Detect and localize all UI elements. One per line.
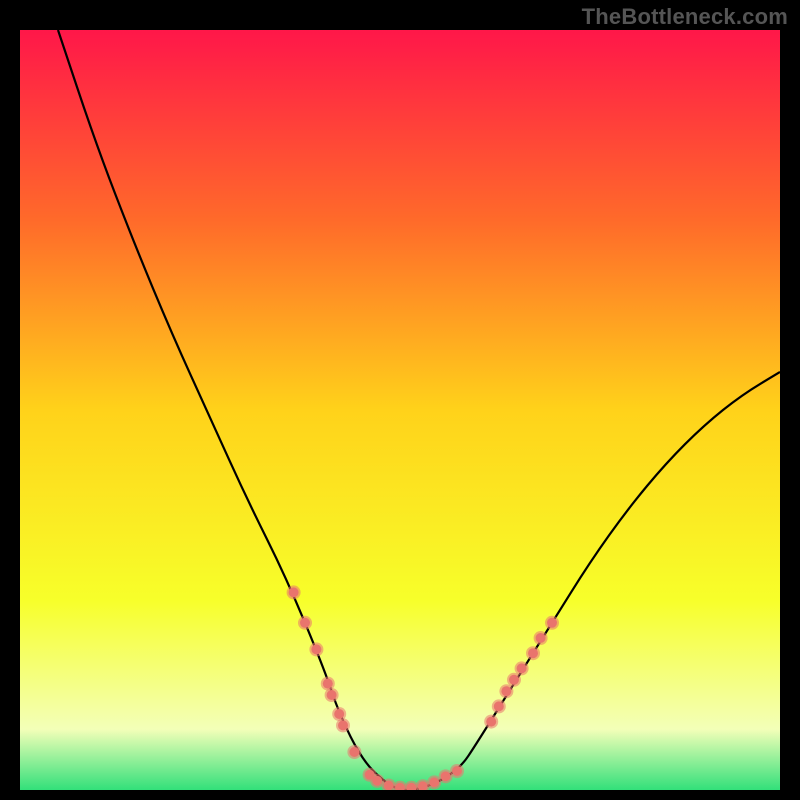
- chart-background: [20, 30, 780, 790]
- marker-dot-core: [300, 618, 310, 628]
- watermark-text: TheBottleneck.com: [582, 4, 788, 30]
- marker-dot-core: [334, 709, 344, 719]
- marker-dot-core: [486, 717, 496, 727]
- marker-dot-core: [289, 587, 299, 597]
- marker-dot-core: [494, 701, 504, 711]
- marker-dot-core: [547, 618, 557, 628]
- marker-dot-core: [452, 766, 462, 776]
- marker-dot-core: [429, 777, 439, 787]
- marker-dot-core: [517, 663, 527, 673]
- marker-dot-core: [509, 675, 519, 685]
- marker-dot-core: [384, 780, 394, 790]
- marker-dot-core: [501, 686, 511, 696]
- marker-dot-core: [536, 633, 546, 643]
- marker-dot-core: [327, 690, 337, 700]
- bottleneck-chart: [20, 30, 780, 790]
- marker-dot-core: [349, 747, 359, 757]
- marker-dot-core: [372, 776, 382, 786]
- marker-dot-core: [338, 720, 348, 730]
- marker-dot-core: [311, 644, 321, 654]
- marker-dot-core: [528, 648, 538, 658]
- marker-dot-core: [441, 771, 451, 781]
- marker-dot-core: [323, 679, 333, 689]
- chart-frame: [20, 30, 780, 790]
